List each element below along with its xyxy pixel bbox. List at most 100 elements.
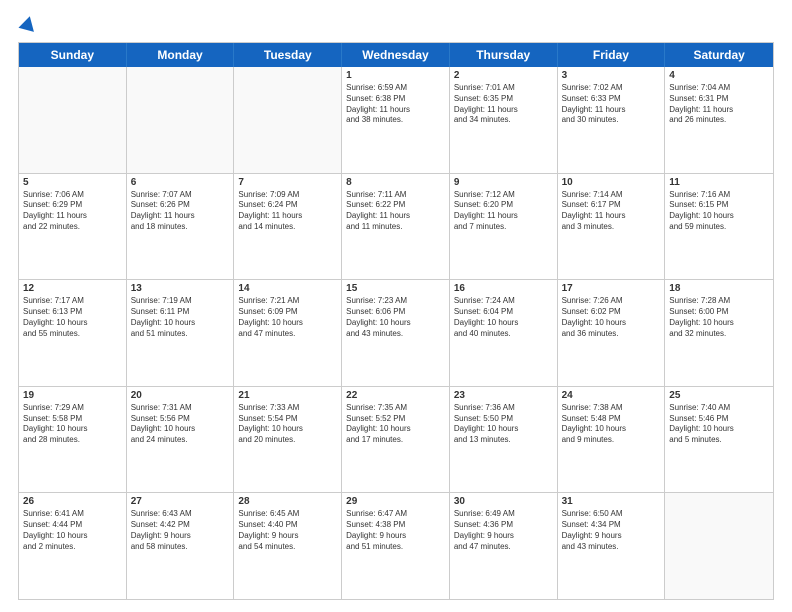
- calendar-cell: 25 Sunrise: 7:40 AM Sunset: 5:46 PM Dayli…: [665, 387, 773, 493]
- cell-daylight-info: Sunrise: 7:17 AM Sunset: 6:13 PM Dayligh…: [23, 296, 122, 339]
- cell-daylight-info: Sunrise: 7:14 AM Sunset: 6:17 PM Dayligh…: [562, 190, 661, 233]
- page: SundayMondayTuesdayWednesdayThursdayFrid…: [0, 0, 792, 612]
- calendar-cell: 6 Sunrise: 7:07 AM Sunset: 6:26 PM Daylig…: [127, 174, 235, 280]
- cell-date-number: 18: [669, 283, 769, 294]
- header: [18, 18, 774, 32]
- calendar-week-5: 26 Sunrise: 6:41 AM Sunset: 4:44 PM Dayli…: [19, 493, 773, 599]
- cell-date-number: 12: [23, 283, 122, 294]
- cell-date-number: 6: [131, 177, 230, 188]
- calendar-cell: 7 Sunrise: 7:09 AM Sunset: 6:24 PM Daylig…: [234, 174, 342, 280]
- calendar-cell: 3Sunrise: 7:02 AM Sunset: 6:33 PM Daylig…: [558, 67, 666, 173]
- cell-date-number: 2: [454, 70, 553, 81]
- cell-daylight-info: Sunrise: 6:50 AM Sunset: 4:34 PM Dayligh…: [562, 509, 661, 552]
- day-header-tuesday: Tuesday: [234, 43, 342, 67]
- cell-daylight-info: Sunrise: 7:40 AM Sunset: 5:46 PM Dayligh…: [669, 403, 769, 446]
- cell-daylight-info: Sunrise: 7:04 AM Sunset: 6:31 PM Dayligh…: [669, 83, 769, 126]
- logo: [18, 18, 36, 32]
- calendar-cell: [234, 67, 342, 173]
- cell-date-number: 16: [454, 283, 553, 294]
- cell-date-number: 20: [131, 390, 230, 401]
- cell-date-number: 23: [454, 390, 553, 401]
- cell-date-number: 30: [454, 496, 553, 507]
- calendar-week-2: 5 Sunrise: 7:06 AM Sunset: 6:29 PM Daylig…: [19, 174, 773, 281]
- calendar-cell: 30 Sunrise: 6:49 AM Sunset: 4:36 PM Dayli…: [450, 493, 558, 599]
- calendar-cell: 2 Sunrise: 7:01 AM Sunset: 6:35 PM Daylig…: [450, 67, 558, 173]
- cell-date-number: 29: [346, 496, 445, 507]
- cell-daylight-info: Sunrise: 7:29 AM Sunset: 5:58 PM Dayligh…: [23, 403, 122, 446]
- cell-date-number: 27: [131, 496, 230, 507]
- calendar-week-4: 19 Sunrise: 7:29 AM Sunset: 5:58 PM Dayli…: [19, 387, 773, 494]
- cell-date-number: 15: [346, 283, 445, 294]
- calendar-cell: 17 Sunrise: 7:26 AM Sunset: 6:02 PM Dayli…: [558, 280, 666, 386]
- cell-daylight-info: Sunrise: 6:49 AM Sunset: 4:36 PM Dayligh…: [454, 509, 553, 552]
- cell-daylight-info: Sunrise: 7:21 AM Sunset: 6:09 PM Dayligh…: [238, 296, 337, 339]
- cell-date-number: 19: [23, 390, 122, 401]
- cell-daylight-info: Sunrise: 7:38 AM Sunset: 5:48 PM Dayligh…: [562, 403, 661, 446]
- cell-date-number: 7: [238, 177, 337, 188]
- logo-icon: [18, 14, 37, 32]
- calendar-cell: 12 Sunrise: 7:17 AM Sunset: 6:13 PM Dayli…: [19, 280, 127, 386]
- calendar-cell: 15 Sunrise: 7:23 AM Sunset: 6:06 PM Dayli…: [342, 280, 450, 386]
- calendar-cell: 9 Sunrise: 7:12 AM Sunset: 6:20 PM Daylig…: [450, 174, 558, 280]
- calendar-cell: 26 Sunrise: 6:41 AM Sunset: 4:44 PM Dayli…: [19, 493, 127, 599]
- day-headers-row: SundayMondayTuesdayWednesdayThursdayFrid…: [19, 43, 773, 67]
- cell-daylight-info: Sunrise: 7:06 AM Sunset: 6:29 PM Dayligh…: [23, 190, 122, 233]
- calendar-cell: 16 Sunrise: 7:24 AM Sunset: 6:04 PM Dayli…: [450, 280, 558, 386]
- cell-date-number: 17: [562, 283, 661, 294]
- cell-date-number: 24: [562, 390, 661, 401]
- cell-date-number: 26: [23, 496, 122, 507]
- cell-daylight-info: Sunrise: 7:26 AM Sunset: 6:02 PM Dayligh…: [562, 296, 661, 339]
- cell-date-number: 28: [238, 496, 337, 507]
- calendar-cell: 28Sunrise: 6:45 AM Sunset: 4:40 PM Dayli…: [234, 493, 342, 599]
- calendar: SundayMondayTuesdayWednesdayThursdayFrid…: [18, 42, 774, 600]
- day-header-friday: Friday: [558, 43, 666, 67]
- calendar-cell: [127, 67, 235, 173]
- cell-daylight-info: Sunrise: 7:07 AM Sunset: 6:26 PM Dayligh…: [131, 190, 230, 233]
- cell-daylight-info: Sunrise: 7:11 AM Sunset: 6:22 PM Dayligh…: [346, 190, 445, 233]
- cell-daylight-info: Sunrise: 7:01 AM Sunset: 6:35 PM Dayligh…: [454, 83, 553, 126]
- cell-daylight-info: Sunrise: 7:35 AM Sunset: 5:52 PM Dayligh…: [346, 403, 445, 446]
- cell-date-number: 4: [669, 70, 769, 81]
- day-header-monday: Monday: [127, 43, 235, 67]
- cell-date-number: 14: [238, 283, 337, 294]
- cell-daylight-info: Sunrise: 6:43 AM Sunset: 4:42 PM Dayligh…: [131, 509, 230, 552]
- calendar-cell: 5 Sunrise: 7:06 AM Sunset: 6:29 PM Daylig…: [19, 174, 127, 280]
- cell-date-number: 22: [346, 390, 445, 401]
- calendar-cell: 19 Sunrise: 7:29 AM Sunset: 5:58 PM Dayli…: [19, 387, 127, 493]
- calendar-cell: 13Sunrise: 7:19 AM Sunset: 6:11 PM Dayli…: [127, 280, 235, 386]
- calendar-cell: 29 Sunrise: 6:47 AM Sunset: 4:38 PM Dayli…: [342, 493, 450, 599]
- calendar-cell: [19, 67, 127, 173]
- cell-daylight-info: Sunrise: 7:09 AM Sunset: 6:24 PM Dayligh…: [238, 190, 337, 233]
- day-header-wednesday: Wednesday: [342, 43, 450, 67]
- cell-date-number: 9: [454, 177, 553, 188]
- calendar-cell: 4 Sunrise: 7:04 AM Sunset: 6:31 PM Daylig…: [665, 67, 773, 173]
- calendar-cell: 11 Sunrise: 7:16 AM Sunset: 6:15 PM Dayli…: [665, 174, 773, 280]
- day-header-saturday: Saturday: [665, 43, 773, 67]
- cell-daylight-info: Sunrise: 7:19 AM Sunset: 6:11 PM Dayligh…: [131, 296, 230, 339]
- cell-daylight-info: Sunrise: 7:12 AM Sunset: 6:20 PM Dayligh…: [454, 190, 553, 233]
- calendar-cell: 14 Sunrise: 7:21 AM Sunset: 6:09 PM Dayli…: [234, 280, 342, 386]
- calendar-cell: 22 Sunrise: 7:35 AM Sunset: 5:52 PM Dayli…: [342, 387, 450, 493]
- cell-date-number: 8: [346, 177, 445, 188]
- calendar-cell: 31Sunrise: 6:50 AM Sunset: 4:34 PM Dayli…: [558, 493, 666, 599]
- cell-daylight-info: Sunrise: 7:16 AM Sunset: 6:15 PM Dayligh…: [669, 190, 769, 233]
- cell-daylight-info: Sunrise: 7:28 AM Sunset: 6:00 PM Dayligh…: [669, 296, 769, 339]
- calendar-cell: 24 Sunrise: 7:38 AM Sunset: 5:48 PM Dayli…: [558, 387, 666, 493]
- calendar-cell: 18 Sunrise: 7:28 AM Sunset: 6:00 PM Dayli…: [665, 280, 773, 386]
- cell-date-number: 11: [669, 177, 769, 188]
- cell-daylight-info: Sunrise: 6:41 AM Sunset: 4:44 PM Dayligh…: [23, 509, 122, 552]
- cell-daylight-info: Sunrise: 7:24 AM Sunset: 6:04 PM Dayligh…: [454, 296, 553, 339]
- cell-daylight-info: Sunrise: 6:47 AM Sunset: 4:38 PM Dayligh…: [346, 509, 445, 552]
- cell-daylight-info: Sunrise: 7:33 AM Sunset: 5:54 PM Dayligh…: [238, 403, 337, 446]
- cell-date-number: 25: [669, 390, 769, 401]
- calendar-cell: [665, 493, 773, 599]
- calendar-cell: 8 Sunrise: 7:11 AM Sunset: 6:22 PM Daylig…: [342, 174, 450, 280]
- cell-date-number: 5: [23, 177, 122, 188]
- cell-daylight-info: Sunrise: 7:23 AM Sunset: 6:06 PM Dayligh…: [346, 296, 445, 339]
- calendar-cell: 1Sunrise: 6:59 AM Sunset: 6:38 PM Daylig…: [342, 67, 450, 173]
- day-header-thursday: Thursday: [450, 43, 558, 67]
- cell-date-number: 1: [346, 70, 445, 81]
- calendar-cell: 10 Sunrise: 7:14 AM Sunset: 6:17 PM Dayli…: [558, 174, 666, 280]
- cell-daylight-info: Sunrise: 7:02 AM Sunset: 6:33 PM Dayligh…: [562, 83, 661, 126]
- cell-date-number: 10: [562, 177, 661, 188]
